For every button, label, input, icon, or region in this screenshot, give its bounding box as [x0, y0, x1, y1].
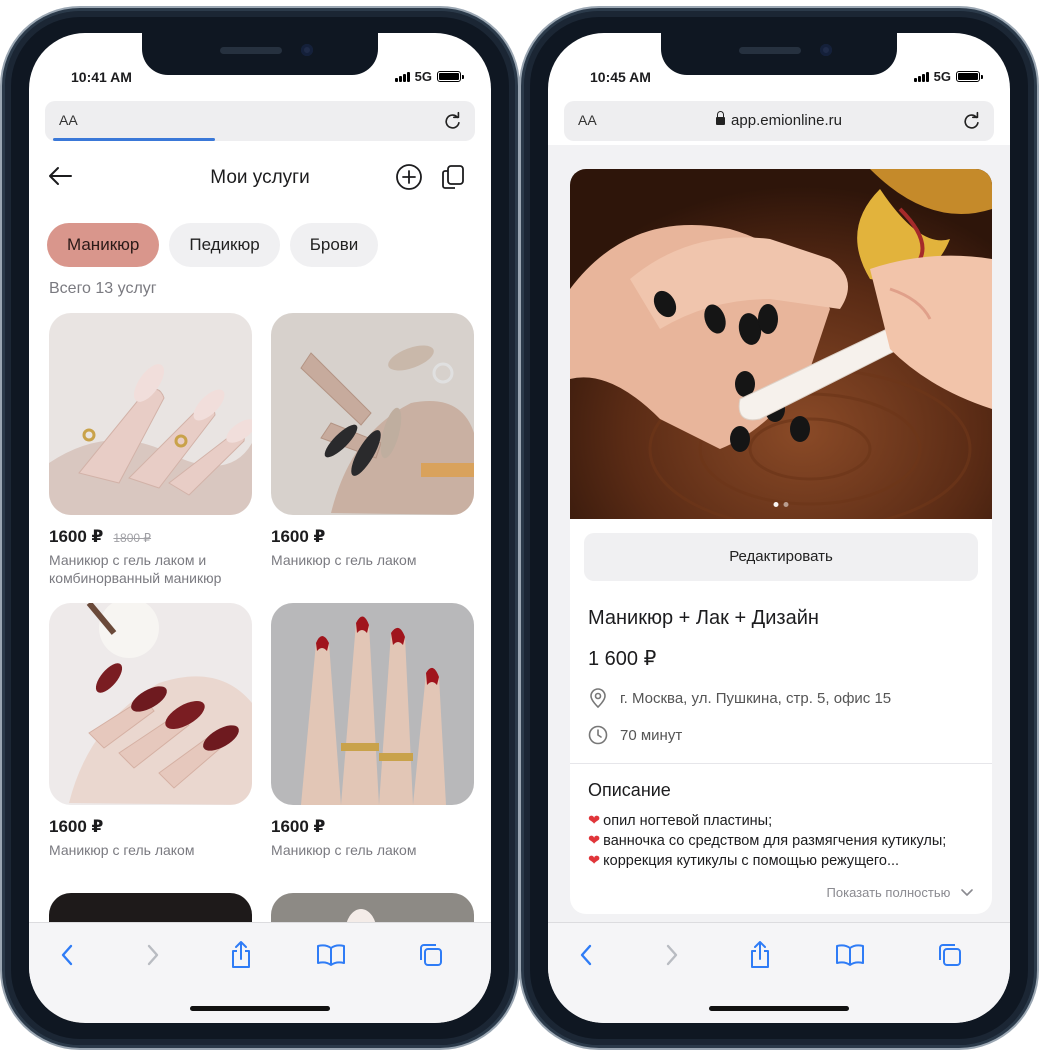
category-tabs: Маникюр Педикюр Брови — [47, 223, 379, 267]
heart-icon: ❤ — [588, 813, 601, 829]
network-label: 5G — [414, 69, 432, 84]
status-time: 10:41 AM — [71, 69, 132, 85]
service-title: Маникюр + Лак + Дизайн — [588, 607, 819, 629]
battery-icon — [437, 71, 464, 82]
tabs-button[interactable] — [934, 939, 966, 971]
screen-service-detail: 10:45 AM 5G AA app.emionline.ru Редактир… — [548, 33, 1010, 1023]
phone-frame-left: 10:41 AM 5G AA Мои услуги Маникюр Педикю… — [2, 8, 518, 1048]
share-icon — [751, 941, 769, 968]
description-item: ❤ коррекция кутикулы с помощью режущего..… — [588, 853, 900, 869]
tabs-button[interactable] — [415, 939, 447, 971]
status-indicators: 5G — [394, 69, 464, 84]
phone-frame-right: 10:45 AM 5G AA app.emionline.ru Редактир… — [521, 8, 1037, 1048]
chevron-left-icon — [580, 944, 592, 966]
bookmarks-button[interactable] — [834, 939, 866, 971]
chevron-right-icon — [147, 944, 159, 966]
service-price: 1600 ₽ — [49, 527, 104, 546]
share-button[interactable] — [744, 939, 776, 971]
address-row: г. Москва, ул. Пушкина, стр. 5, офис 15 — [588, 687, 974, 709]
service-name: Маникюр с гель лаком — [271, 552, 417, 568]
heart-icon: ❤ — [588, 853, 601, 869]
show-more-link[interactable]: Показать полностью — [588, 885, 974, 900]
heart-icon: ❤ — [588, 833, 601, 849]
url-text: app.emionline.ru — [731, 112, 842, 129]
book-icon — [836, 944, 864, 966]
notch — [142, 33, 378, 75]
add-service-icon[interactable] — [395, 163, 423, 191]
notch — [661, 33, 897, 75]
service-photo — [49, 603, 252, 805]
signal-icon — [394, 71, 410, 82]
share-button[interactable] — [225, 939, 257, 971]
book-icon — [317, 944, 345, 966]
browser-back-button[interactable] — [51, 939, 83, 971]
home-indicator — [190, 1006, 330, 1011]
browser-forward-button[interactable] — [137, 939, 169, 971]
address-bar[interactable]: AA app.emionline.ru — [564, 101, 994, 141]
clock-icon — [588, 725, 608, 745]
copy-icon[interactable] — [439, 163, 467, 191]
duration-text: 70 минут — [620, 726, 683, 744]
chevron-left-icon — [61, 944, 73, 966]
description-list: ❤ опил ногтевой пластины; ❤ ванночка со ср… — [588, 811, 974, 871]
browser-forward-button[interactable] — [656, 939, 688, 971]
battery-icon — [956, 71, 983, 82]
address-bar[interactable]: AA — [45, 101, 475, 141]
chevron-right-icon — [666, 944, 678, 966]
location-pin-icon — [590, 688, 606, 709]
home-indicator — [709, 1006, 849, 1011]
service-old-price: 1800 ₽ — [113, 531, 152, 545]
carousel-dots — [773, 502, 789, 507]
signal-icon — [913, 71, 929, 82]
screen-services-list: 10:41 AM 5G AA Мои услуги Маникюр Педикю… — [29, 33, 491, 1023]
service-photo — [271, 313, 474, 515]
service-card[interactable]: 1600 ₽ Маникюр с гель лаком — [271, 603, 474, 859]
share-icon — [232, 941, 250, 968]
page-header: Мои услуги — [29, 155, 491, 199]
service-photo — [49, 313, 252, 515]
service-price: 1600 ₽ — [271, 527, 326, 546]
reload-icon[interactable] — [441, 110, 463, 132]
service-card[interactable]: 1600 ₽ Маникюр с гель лаком — [271, 313, 474, 569]
browser-back-button[interactable] — [570, 939, 602, 971]
description-title: Описание — [588, 780, 671, 800]
service-hero-photo[interactable] — [570, 169, 992, 519]
service-price: 1600 ₽ — [49, 817, 104, 836]
service-name: Маникюр с гель лаком и комбинорванный ма… — [49, 552, 222, 586]
services-count: Всего 13 услуг — [49, 280, 157, 297]
service-card[interactable]: 1600 ₽ 1800 ₽ Маникюр с гель лаком и комб… — [49, 313, 252, 587]
tabs-icon — [939, 944, 961, 966]
description-item: ❤ ванночка со средством для размягчения к… — [588, 833, 947, 849]
bookmarks-button[interactable] — [315, 939, 347, 971]
service-photo — [271, 603, 474, 805]
address-text: г. Москва, ул. Пушкина, стр. 5, офис 15 — [620, 689, 892, 707]
tab-brows[interactable]: Брови — [289, 223, 379, 267]
service-price: 1600 ₽ — [271, 817, 326, 836]
tab-manicure[interactable]: Маникюр — [47, 223, 160, 267]
status-time: 10:45 AM — [590, 69, 651, 85]
browser-toolbar — [29, 922, 491, 1023]
service-detail-card: Редактировать Маникюр + Лак + Дизайн 1 6… — [570, 169, 992, 914]
tabs-icon — [420, 944, 442, 966]
service-name: Маникюр с гель лаком — [271, 842, 417, 858]
chevron-down-icon — [961, 889, 973, 896]
service-price: 1 600 ₽ — [588, 648, 657, 670]
status-indicators: 5G — [913, 69, 983, 84]
reader-aa-button[interactable]: AA — [59, 112, 78, 128]
browser-toolbar — [548, 922, 1010, 1023]
divider — [570, 763, 992, 764]
page-load-progress — [53, 138, 215, 141]
duration-row: 70 минут — [588, 725, 974, 745]
lock-icon — [716, 111, 726, 125]
edit-button[interactable]: Редактировать — [584, 533, 978, 581]
tab-pedicure[interactable]: Педикюр — [169, 223, 280, 267]
service-name: Маникюр с гель лаком — [49, 842, 195, 858]
description-item: ❤ опил ногтевой пластины; — [588, 813, 773, 829]
reload-icon[interactable] — [960, 110, 982, 132]
service-card[interactable]: 1600 ₽ Маникюр с гель лаком — [49, 603, 252, 859]
network-label: 5G — [933, 69, 951, 84]
